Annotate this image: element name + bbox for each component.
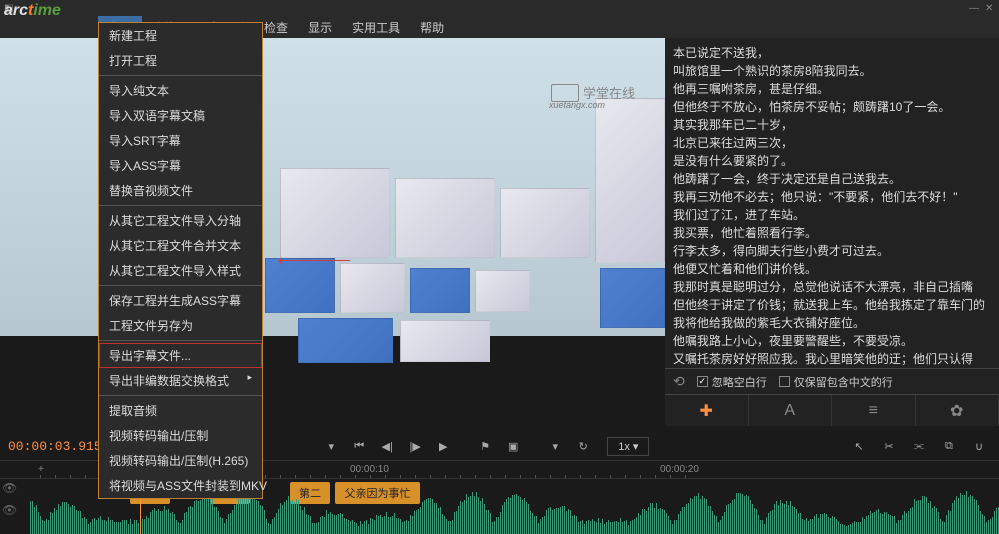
menu-item[interactable]: 导出非编数据交换格式 bbox=[99, 368, 262, 393]
menu-item[interactable]: 将视频与ASS文件封装到MKV bbox=[99, 473, 262, 498]
transcript-text[interactable]: 本已说定不送我，叫旅馆里一个熟识的茶房8陪我同去。他再三嘱咐茶房，甚是仔细。但他… bbox=[665, 38, 999, 368]
transcript-line[interactable]: 他踌躇了一会，终于决定还是自己送我去。 bbox=[673, 170, 991, 188]
menu-item[interactable]: 视频转码输出/压制(H.265) bbox=[99, 448, 262, 473]
step-back-icon[interactable]: ◀| bbox=[375, 436, 399, 456]
repeat-icon[interactable]: ↻ bbox=[571, 436, 595, 456]
transcript-line[interactable]: 行李太多，得向脚夫行些小费才可过去。 bbox=[673, 242, 991, 260]
checkbox-chinese-only[interactable]: 仅保留包含中文的行 bbox=[779, 374, 893, 390]
transcript-line[interactable]: 我那时真是聪明过分，总觉他说话不大漂亮，非自己插嘴 bbox=[673, 278, 991, 296]
down-icon[interactable]: ▾ bbox=[543, 436, 567, 456]
menu-6[interactable]: 帮助 bbox=[410, 16, 454, 39]
file-menu-dropdown: 新建工程打开工程导入纯文本导入双语字幕文稿导入SRT字幕导入ASS字幕替换音视频… bbox=[98, 22, 263, 499]
transcript-line[interactable]: 本已说定不送我， bbox=[673, 44, 991, 62]
ruler-tick: + bbox=[38, 464, 44, 475]
menu-item[interactable]: 导入双语字幕文稿 bbox=[99, 103, 262, 128]
menu-item[interactable]: 视频转码输出/压制 bbox=[99, 423, 262, 448]
text-tab-2[interactable]: ≡ bbox=[832, 395, 916, 426]
transcript-line[interactable]: 叫旅馆里一个熟识的茶房8陪我同去。 bbox=[673, 62, 991, 80]
menu-item[interactable]: 保存工程并生成ASS字幕 bbox=[99, 288, 262, 313]
transcript-line[interactable]: 我买票，他忙着照看行李。 bbox=[673, 224, 991, 242]
transcript-line[interactable]: 其实我那年已二十岁， bbox=[673, 116, 991, 134]
text-tab-1[interactable]: A bbox=[749, 395, 833, 426]
annotation-arrow bbox=[280, 260, 350, 261]
timecode: 00:00:03.915 bbox=[8, 439, 102, 454]
menu-item[interactable]: 导入SRT字幕 bbox=[99, 128, 262, 153]
text-tab-0[interactable]: ✚ bbox=[665, 395, 749, 426]
menu-item[interactable]: 工程文件另存为 bbox=[99, 313, 262, 338]
menu-item[interactable]: 替换音视频文件 bbox=[99, 178, 262, 203]
ruler-tick: 00:00:10 bbox=[350, 464, 389, 475]
transcript-line[interactable]: 他再三嘱咐茶房，甚是仔细。 bbox=[673, 80, 991, 98]
transcript-line[interactable]: 北京已来往过两三次， bbox=[673, 134, 991, 152]
flag-icon[interactable]: ⚑ bbox=[473, 436, 497, 456]
pointer-icon[interactable]: ↖ bbox=[847, 436, 871, 456]
menu-item[interactable]: 导出字幕文件... bbox=[99, 343, 262, 368]
menu-item[interactable]: 从其它工程文件导入分轴 bbox=[99, 208, 262, 233]
menu-5[interactable]: 实用工具 bbox=[342, 16, 410, 39]
step-fwd-icon[interactable]: |▶ bbox=[403, 436, 427, 456]
skip-back-icon[interactable]: ⏮ bbox=[347, 436, 371, 456]
menu-item[interactable]: 导入纯文本 bbox=[99, 78, 262, 103]
menu-item[interactable]: 从其它工程文件合并文本 bbox=[99, 233, 262, 258]
maximize-icon[interactable]: ✕ bbox=[985, 3, 995, 13]
play-icon[interactable]: ▶ bbox=[431, 436, 455, 456]
transcript-line[interactable]: 我再三劝他不必去；他只说："不要紧，他们去不好！" bbox=[673, 188, 991, 206]
transcript-line[interactable]: 我们过了江，进了车站。 bbox=[673, 206, 991, 224]
refresh-icon[interactable]: ⟲ bbox=[673, 373, 685, 390]
video-watermark-sub: xuetangx.com bbox=[549, 100, 605, 110]
copy-icon[interactable]: ⧉ bbox=[937, 436, 961, 456]
transcript-panel: 本已说定不送我，叫旅馆里一个熟识的茶房8陪我同去。他再三嘱咐茶房，甚是仔细。但他… bbox=[665, 38, 999, 426]
camera-icon[interactable]: ▣ bbox=[501, 436, 525, 456]
transcript-line[interactable]: 但他终于不放心，怕茶房不妥帖；颇踌躇10了一会。 bbox=[673, 98, 991, 116]
text-tab-3[interactable]: ✿ bbox=[916, 395, 999, 426]
link-icon[interactable]: ⫘ bbox=[907, 436, 931, 456]
transcript-line[interactable]: 又嘱托茶房好好照应我。我心里暗笑他的迂；他们只认得 bbox=[673, 350, 991, 368]
transcript-line[interactable]: 他嘱我路上小心，夜里要警醒些，不要受凉。 bbox=[673, 332, 991, 350]
ruler-tick: 00:00:20 bbox=[660, 464, 699, 475]
app-logo: arctime bbox=[4, 2, 61, 20]
transcript-line[interactable]: 我将他给我做的紫毛大衣铺好座位。 bbox=[673, 314, 991, 332]
menu-item[interactable]: 导入ASS字幕 bbox=[99, 153, 262, 178]
checkbox-ignore-blank[interactable]: ✓ 忽略空白行 bbox=[697, 374, 767, 390]
prev-marker-icon[interactable]: ▾ bbox=[319, 436, 343, 456]
cut-icon[interactable]: ✂ bbox=[877, 436, 901, 456]
menu-item[interactable]: 从其它工程文件导入样式 bbox=[99, 258, 262, 283]
speed-selector[interactable]: 1x ▾ bbox=[607, 437, 649, 456]
menu-item[interactable]: 新建工程 bbox=[99, 23, 262, 48]
menu-4[interactable]: 显示 bbox=[298, 16, 342, 39]
magnet-icon[interactable]: ∪ bbox=[967, 436, 991, 456]
transcript-line[interactable]: 是没有什么要紧的了。 bbox=[673, 152, 991, 170]
menu-item[interactable]: 提取音频 bbox=[99, 398, 262, 423]
minimize-icon[interactable]: — bbox=[969, 3, 979, 13]
transcript-line[interactable]: 他便又忙着和他们讲价钱。 bbox=[673, 260, 991, 278]
transcript-line[interactable]: 但他终于讲定了价钱；就送我上车。他给我拣定了靠车门的 bbox=[673, 296, 991, 314]
menu-item[interactable]: 打开工程 bbox=[99, 48, 262, 73]
